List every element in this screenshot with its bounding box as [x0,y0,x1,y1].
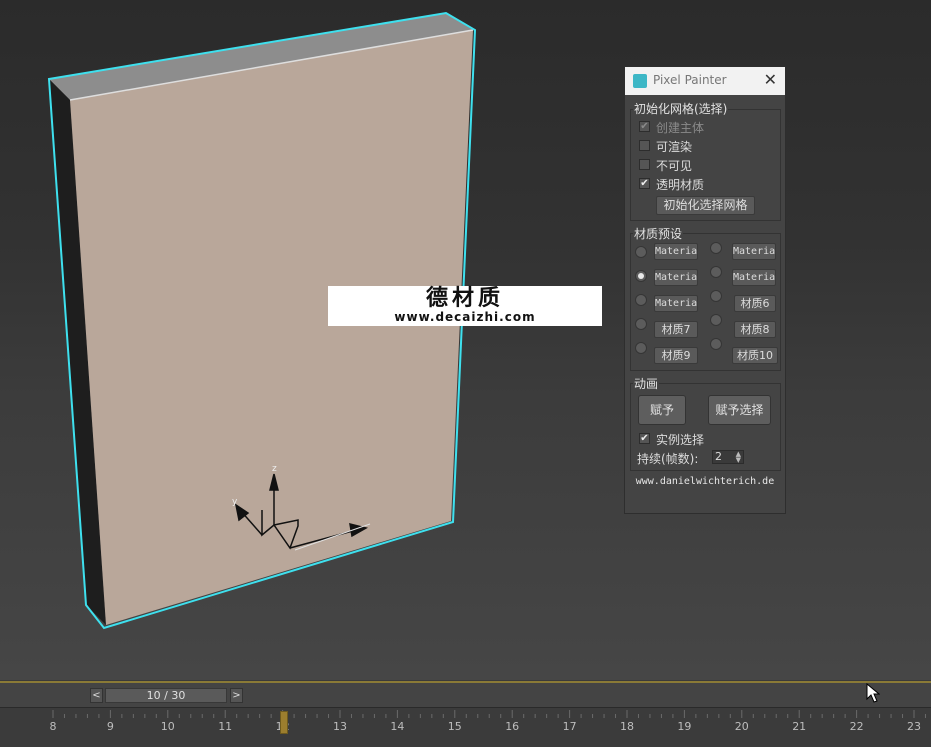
material-button-10[interactable]: 材质10 [732,347,778,364]
panel-titlebar[interactable]: Pixel Painter ✕ [625,67,785,95]
material-radio-10[interactable] [710,338,722,350]
material-radio-1[interactable] [635,246,647,258]
material-radio-5[interactable] [635,294,647,306]
tick-label: 21 [792,720,807,733]
transparent-material-label: 透明材质 [656,178,705,192]
material-button-5[interactable]: Materia [654,295,698,312]
material-button-3[interactable]: Materia [654,269,698,286]
material-radio-7[interactable] [635,318,647,330]
tick-label: 18 [620,720,634,733]
duration-label: 持续(帧数): [637,452,699,466]
transparent-material-checkbox[interactable]: ✔ [639,178,650,189]
duration-value: 2 [715,450,722,463]
viewport-scene: z y [47,11,477,630]
prev-frame-button[interactable]: < [90,688,103,703]
material-button-7[interactable]: 材质7 [654,321,698,338]
watermark-chinese: 德材质 [425,285,504,311]
assign-selected-button[interactable]: 赋予选择 [708,395,771,425]
init-mesh-group-label: 初始化网格(选择) [633,100,729,117]
material-button-9[interactable]: 材质9 [654,347,698,364]
instance-select-checkbox[interactable]: ✔ [639,433,650,444]
close-icon[interactable]: ✕ [764,70,777,89]
material-radio-8[interactable] [710,314,722,326]
tick-label: 16 [505,720,520,733]
material-radio-4[interactable] [710,266,722,278]
assign-button[interactable]: 赋予 [638,395,686,425]
gizmo-y-label: y [232,497,238,507]
init-selected-mesh-button[interactable]: 初始化选择网格 [656,196,755,215]
tick-label: 11 [218,720,233,733]
duration-spinner[interactable]: 2 ▲ ▼ [712,450,744,464]
current-time-marker[interactable] [279,711,288,734]
mouse-cursor-icon [866,683,880,703]
next-frame-button[interactable]: > [230,688,243,703]
material-radio-2[interactable] [710,242,722,254]
pixel-painter-icon [633,74,647,88]
instance-select-label: 实例选择 [656,433,705,447]
frame-counter[interactable]: 10 / 30 [105,688,227,703]
material-presets-label: 材质预设 [633,225,684,242]
create-body-checkbox[interactable]: ✔ [639,121,650,132]
tick-label: 10 [160,720,175,733]
material-button-8[interactable]: 材质8 [734,321,776,338]
tick-label: 9 [106,720,114,733]
tick-label: 17 [562,720,577,733]
invisible-checkbox[interactable] [639,159,650,170]
create-body-label: 创建主体 [656,121,705,135]
tick-label: 20 [734,720,749,733]
perspective-viewport[interactable]: z y 德材质 www.decaizhi.com [0,0,931,680]
gizmo-z-label: z [272,464,277,474]
spinner-arrows-icon[interactable]: ▲ ▼ [736,451,741,464]
renderable-checkbox[interactable] [639,140,650,151]
tick-label: 13 [333,720,347,733]
box-front-face [70,30,473,625]
tick-label: 8 [49,720,57,733]
renderable-label: 可渲染 [656,140,693,154]
pixel-painter-panel: Pixel Painter ✕ 初始化网格(选择) ✔ 创建主体 可渲染 不可见… [624,66,786,514]
material-button-1[interactable]: Materia [654,243,698,260]
animation-group-label: 动画 [633,375,660,392]
material-radio-3[interactable] [635,270,647,282]
material-button-4[interactable]: Materia [732,269,776,286]
panel-title: Pixel Painter [653,73,727,87]
tick-label: 14 [390,720,405,733]
material-button-6[interactable]: 材质6 [734,295,776,312]
material-button-2[interactable]: Materia [732,243,776,260]
watermark-logo: 德材质 www.decaizhi.com [328,286,602,326]
invisible-label: 不可见 [656,159,693,173]
author-website: www.danielwichterich.de [635,476,775,487]
tick-label: 22 [849,720,864,733]
tick-label: 15 [447,720,462,733]
material-radio-6[interactable] [710,290,722,302]
material-radio-9[interactable] [635,342,647,354]
tick-label: 19 [677,720,692,733]
watermark-url: www.decaizhi.com [394,310,536,324]
tick-label: 23 [907,720,921,733]
